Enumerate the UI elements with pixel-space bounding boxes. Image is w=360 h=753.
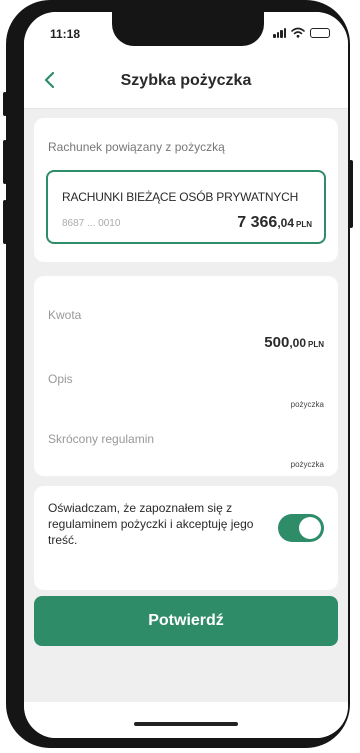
- phone-frame: 11:18 Szybka pożyczka Rachunek powiązany…: [3, 0, 353, 748]
- amount-value: 500,00 PLN: [264, 334, 324, 351]
- amount-currency: PLN: [308, 340, 324, 349]
- account-selector[interactable]: RACHUNKI BIEŻĄCE OSÓB PRYWATNYCH 8687 ..…: [46, 170, 326, 244]
- page-title: Szybka pożyczka: [120, 72, 252, 89]
- confirm-button[interactable]: Potwierdź: [34, 596, 338, 646]
- amount-decimal: ,00: [289, 336, 306, 350]
- screen: 11:18 Szybka pożyczka Rachunek powiązany…: [24, 12, 348, 738]
- notch: [112, 12, 264, 46]
- account-card: Rachunek powiązany z pożyczką RACHUNKI B…: [34, 118, 338, 262]
- battery-icon: [310, 27, 330, 38]
- description-value: pożyczka: [290, 400, 324, 409]
- status-icons: [273, 27, 330, 38]
- side-button: [3, 92, 7, 116]
- consent-card: Oświadczam, że zapoznałem się z regulami…: [34, 486, 338, 590]
- balance-decimal: ,04: [277, 216, 294, 230]
- linked-account-label: Rachunek powiązany z pożyczką: [48, 140, 225, 154]
- description-label: Opis: [48, 372, 73, 386]
- side-button: [3, 200, 7, 244]
- balance-integer: 7 366: [237, 214, 278, 231]
- account-name: RACHUNKI BIEŻĄCE OSÓB PRYWATNYCH: [62, 190, 299, 204]
- toggle-knob: [299, 517, 321, 539]
- consent-text: Oświadczam, że zapoznałem się z regulami…: [48, 501, 254, 547]
- terms-label: Skrócony regulamin: [48, 432, 155, 446]
- terms-value: pożyczka: [290, 460, 324, 469]
- balance-currency: PLN: [296, 220, 312, 229]
- loan-details-card: Kwota 500,00 PLN Opis pożyczka Skrócony r…: [34, 276, 338, 476]
- side-button: [3, 140, 7, 184]
- status-time: 11:18: [50, 27, 81, 41]
- signal-icon: [273, 27, 286, 38]
- header: Szybka pożyczka: [24, 52, 348, 109]
- wifi-icon: [291, 27, 305, 38]
- bottom-bar: [24, 702, 348, 738]
- amount-integer: 500: [264, 334, 290, 351]
- status-bar: 11:18: [24, 12, 348, 52]
- side-button: [349, 160, 353, 228]
- home-indicator[interactable]: [134, 722, 238, 726]
- account-number: 8687 ... 0010: [62, 218, 121, 229]
- amount-label: Kwota: [48, 308, 82, 322]
- account-balance: 7 366,04 PLN: [237, 214, 312, 232]
- consent-toggle[interactable]: [278, 514, 324, 542]
